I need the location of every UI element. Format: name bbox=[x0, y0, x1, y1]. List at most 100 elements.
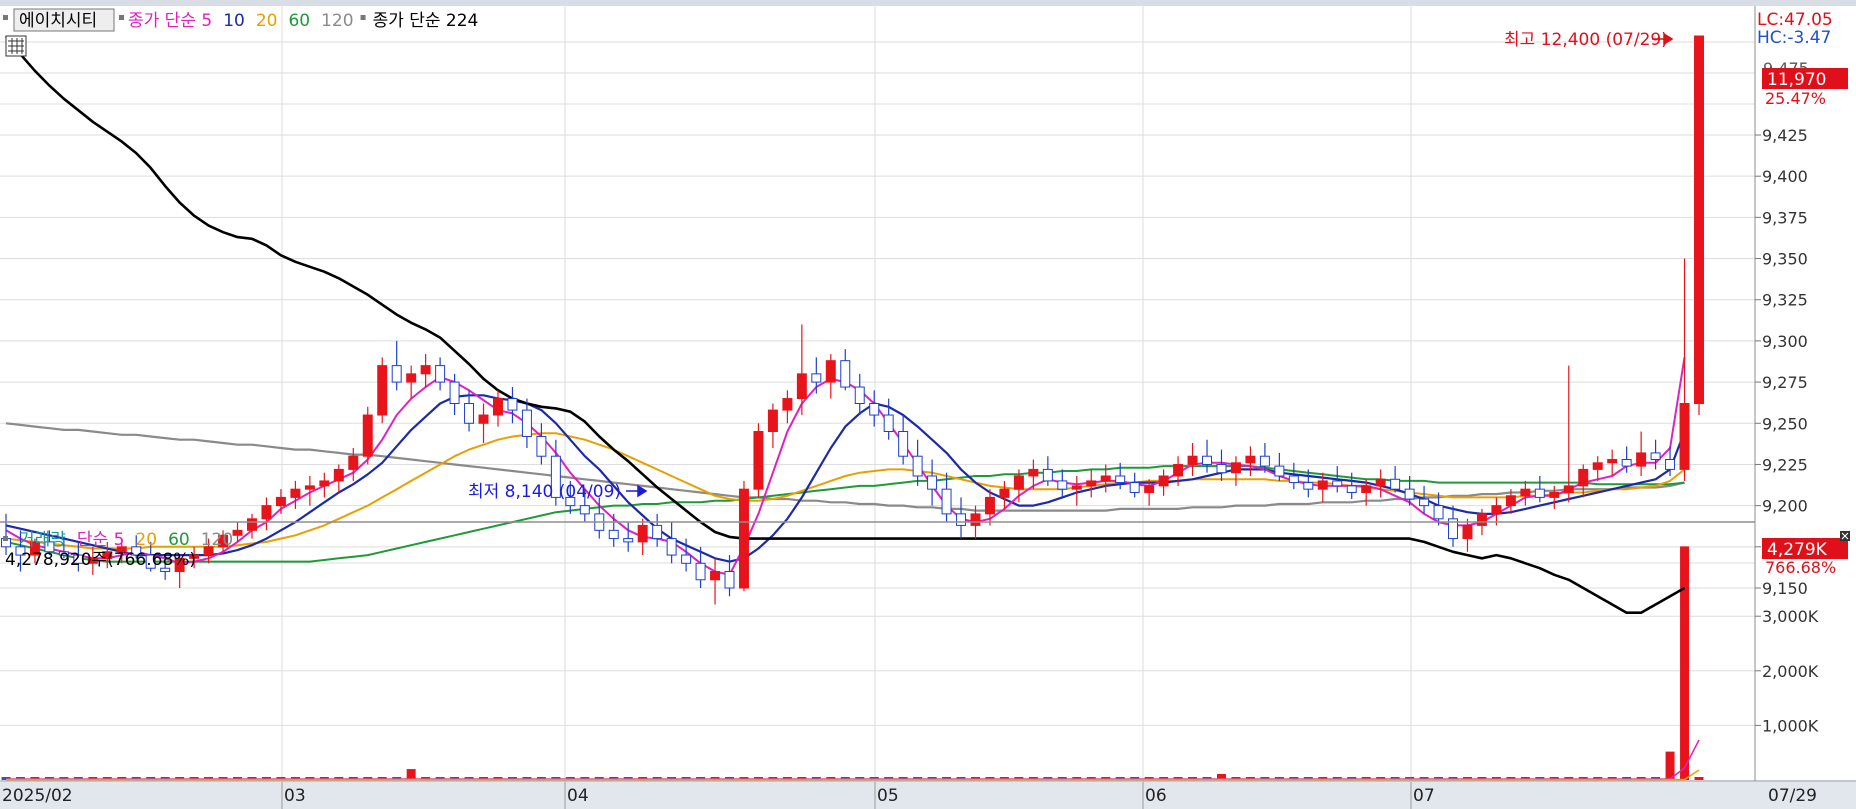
candle-up bbox=[261, 505, 272, 520]
candle-up bbox=[1317, 480, 1328, 490]
candle-up bbox=[1549, 491, 1560, 498]
volume-bar bbox=[1680, 546, 1690, 780]
candle-up bbox=[1158, 475, 1169, 487]
candle-up bbox=[247, 518, 257, 531]
candle-up bbox=[319, 480, 330, 487]
x-tick-label: 05 bbox=[877, 786, 899, 806]
current-volume-ratio: 766.68% bbox=[1765, 558, 1836, 577]
candle-up bbox=[738, 488, 749, 589]
candle-down bbox=[840, 360, 851, 388]
legend-marker bbox=[3, 536, 8, 541]
top-frame bbox=[0, 0, 1856, 6]
candle-down bbox=[1346, 485, 1357, 493]
candle-down bbox=[536, 435, 547, 457]
candle-down bbox=[507, 398, 518, 411]
candle-up bbox=[710, 571, 721, 581]
candle-down bbox=[1202, 455, 1213, 465]
candle-down bbox=[521, 409, 532, 437]
candle-down bbox=[724, 571, 735, 589]
low-price-label: 최저 8,140 (04/09) bbox=[468, 482, 621, 502]
candle-down bbox=[1288, 475, 1299, 484]
candle-down bbox=[623, 538, 634, 543]
candle-up bbox=[1491, 505, 1502, 515]
candle-up bbox=[796, 373, 807, 400]
candle-up bbox=[1375, 478, 1386, 487]
candle-down bbox=[464, 403, 475, 424]
candle-up bbox=[348, 455, 359, 470]
volume-legend-item[interactable]: 120 bbox=[201, 530, 233, 550]
volume-legend-item[interactable]: 60 bbox=[168, 530, 190, 550]
candle-up bbox=[1173, 463, 1184, 477]
legend-marker bbox=[360, 15, 366, 20]
current-price: 11,970 bbox=[1767, 70, 1826, 90]
candle-down bbox=[579, 505, 590, 515]
candle-up bbox=[1462, 524, 1473, 540]
hc-label: HC:-3.47 bbox=[1757, 28, 1831, 48]
y-tick-label: 9,250 bbox=[1762, 414, 1808, 433]
y-tick-label: 9,150 bbox=[1762, 579, 1808, 598]
current-change: 25.47% bbox=[1765, 89, 1826, 108]
candle-up bbox=[767, 409, 778, 433]
candle-up bbox=[1679, 403, 1690, 470]
lc-label: LC:47.05 bbox=[1757, 10, 1833, 30]
candle-up bbox=[1144, 485, 1155, 493]
candle-down bbox=[1057, 480, 1068, 490]
candle-up bbox=[1230, 462, 1241, 474]
candle-down bbox=[927, 475, 938, 490]
candle-up bbox=[1636, 452, 1647, 467]
legend-item[interactable]: 120 bbox=[321, 11, 353, 31]
candle-up bbox=[1071, 485, 1082, 490]
candle-up bbox=[290, 488, 301, 498]
candle-down bbox=[435, 365, 446, 383]
candle-up bbox=[1476, 513, 1487, 526]
candle-up bbox=[1563, 485, 1574, 493]
candle-down bbox=[912, 455, 923, 477]
legend-marker bbox=[119, 15, 124, 20]
candle-up bbox=[1694, 35, 1704, 405]
candle-down bbox=[1404, 488, 1415, 500]
volume-legend-item[interactable]: 거래량 bbox=[19, 530, 66, 550]
legend-item[interactable]: 종가 단순 224 bbox=[373, 11, 479, 31]
price-legend: 에이치시티 종가 단순 5 10 20 60 120 종가 단순 224 bbox=[3, 8, 479, 32]
legend-marker bbox=[3, 15, 8, 20]
candle-down bbox=[1665, 459, 1676, 470]
stock-name[interactable]: 에이치시티 bbox=[19, 11, 97, 31]
y-tick-label: 9,200 bbox=[1762, 497, 1808, 516]
legend-item[interactable]: 10 bbox=[223, 11, 245, 31]
candle-down bbox=[1534, 488, 1545, 498]
candle-down bbox=[1390, 478, 1401, 490]
y-tick-label: 9,225 bbox=[1762, 455, 1808, 474]
y-tick-label: 9,425 bbox=[1762, 126, 1808, 145]
candle-down bbox=[1129, 482, 1140, 493]
candle-down bbox=[941, 488, 952, 515]
candle-up bbox=[637, 524, 648, 543]
candle-down bbox=[1650, 452, 1661, 461]
x-tick-label: 03 bbox=[284, 786, 306, 806]
candle-down bbox=[1274, 465, 1285, 477]
volume-legend-item[interactable]: 20 bbox=[135, 530, 157, 550]
candle-up bbox=[1245, 455, 1256, 464]
candle-up bbox=[478, 414, 489, 424]
legend-item[interactable]: 60 bbox=[288, 11, 310, 31]
x-tick-label: 07/29 bbox=[1768, 786, 1817, 806]
candle-up bbox=[362, 414, 373, 457]
volume-tick-label: 2,000K bbox=[1762, 662, 1819, 681]
candle-up bbox=[1607, 459, 1618, 464]
candle-up bbox=[1578, 468, 1589, 487]
candle-down bbox=[1259, 455, 1270, 467]
x-tick-label: 07 bbox=[1413, 786, 1435, 806]
candle-down bbox=[898, 431, 909, 457]
candle-down bbox=[391, 365, 402, 383]
y-tick-label: 9,275 bbox=[1762, 373, 1808, 392]
volume-bar bbox=[1694, 777, 1704, 780]
candle-up bbox=[825, 360, 836, 383]
candle-up bbox=[1520, 488, 1531, 497]
x-tick-label: 2025/02 bbox=[2, 786, 73, 806]
legend-item[interactable]: 종가 단순 5 bbox=[128, 11, 212, 31]
x-tick-label: 04 bbox=[567, 786, 589, 806]
legend-item[interactable]: 20 bbox=[256, 11, 278, 31]
volume-legend-item[interactable]: 단순 5 bbox=[77, 530, 125, 550]
candle-up bbox=[304, 485, 315, 490]
candle-down bbox=[1303, 482, 1314, 490]
candle-down bbox=[652, 524, 663, 540]
